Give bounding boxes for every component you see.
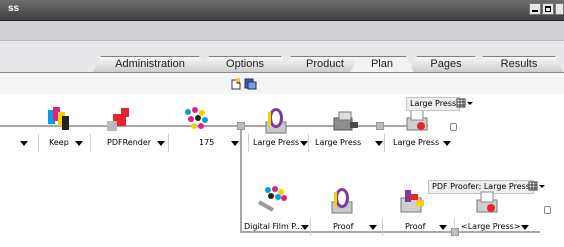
run-plan-icon[interactable] — [244, 78, 258, 90]
process-node[interactable]: <Large Press> — [454, 218, 533, 236]
node-label: Proof — [333, 222, 354, 231]
process-node[interactable]: Proof — [310, 218, 383, 236]
workflow-canvas: Keep PDFRender 175 Large Press Large Pre… — [0, 94, 564, 247]
chevron-down-icon[interactable] — [439, 225, 447, 230]
halftone-screen-icon[interactable] — [182, 104, 212, 132]
output-port[interactable] — [450, 123, 457, 131]
window-title: ss — [8, 3, 20, 14]
large-press-badge: Large Press — [406, 97, 461, 111]
imagesetter-icon[interactable] — [330, 108, 360, 134]
press-gauge-icon[interactable] — [328, 186, 356, 216]
process-node[interactable]: Proof — [382, 218, 455, 236]
chevron-down-icon[interactable] — [20, 141, 28, 146]
chevron-down-icon[interactable] — [369, 225, 377, 230]
top-hub — [376, 122, 384, 130]
node-label: Keep — [49, 138, 69, 147]
node-label: <Large Press> — [461, 222, 521, 231]
process-node[interactable] — [0, 134, 38, 152]
chevron-down-icon[interactable] — [443, 141, 451, 146]
node-label: Proof — [405, 222, 426, 231]
close-button[interactable] — [555, 3, 564, 15]
pdf-render-icon[interactable] — [104, 106, 134, 134]
node-label: Large Press — [315, 138, 362, 147]
chevron-down-icon[interactable] — [75, 141, 83, 146]
output-port[interactable] — [544, 206, 551, 214]
process-node[interactable]: Digital Film P... — [240, 218, 310, 236]
chevron-down-icon[interactable] — [375, 141, 383, 146]
badge-label: Large Press — [410, 99, 457, 108]
title-bar: ss — [0, 0, 564, 21]
chevron-down-icon[interactable] — [157, 141, 165, 146]
plan-toolbar — [0, 73, 564, 95]
chevron-down-icon[interactable] — [521, 225, 529, 230]
chevron-down-icon[interactable] — [231, 141, 239, 146]
node-label: Large Press — [253, 138, 300, 147]
process-node[interactable]: Large Press — [248, 134, 309, 152]
node-label: Digital Film P... — [244, 222, 303, 231]
node-label: PDFRender — [107, 138, 152, 147]
grid-menu-icon[interactable] — [456, 98, 474, 109]
minimize-button[interactable] — [529, 3, 541, 15]
new-document-icon[interactable] — [230, 78, 241, 90]
cmyk-separation-icon[interactable] — [46, 104, 72, 134]
branch-hub — [237, 122, 245, 130]
chevron-down-icon[interactable] — [301, 225, 309, 230]
process-node[interactable]: Large Press — [384, 134, 457, 152]
node-label: 175 — [199, 138, 215, 147]
process-node[interactable]: Large Press — [308, 134, 385, 152]
maximize-button[interactable] — [542, 3, 554, 15]
film-output-icon[interactable] — [256, 184, 290, 214]
chevron-down-icon[interactable] — [300, 141, 308, 146]
proof-printer-icon[interactable] — [398, 186, 428, 216]
process-node[interactable]: PDFRender — [90, 134, 169, 152]
press-gauge-icon[interactable] — [262, 106, 290, 136]
header-band — [0, 21, 564, 41]
node-label: Large Press — [393, 138, 440, 147]
process-node[interactable]: 175 — [168, 134, 249, 152]
printer-icon[interactable] — [474, 188, 502, 216]
process-node[interactable]: Keep — [38, 134, 91, 152]
grid-menu-icon[interactable] — [528, 181, 546, 192]
